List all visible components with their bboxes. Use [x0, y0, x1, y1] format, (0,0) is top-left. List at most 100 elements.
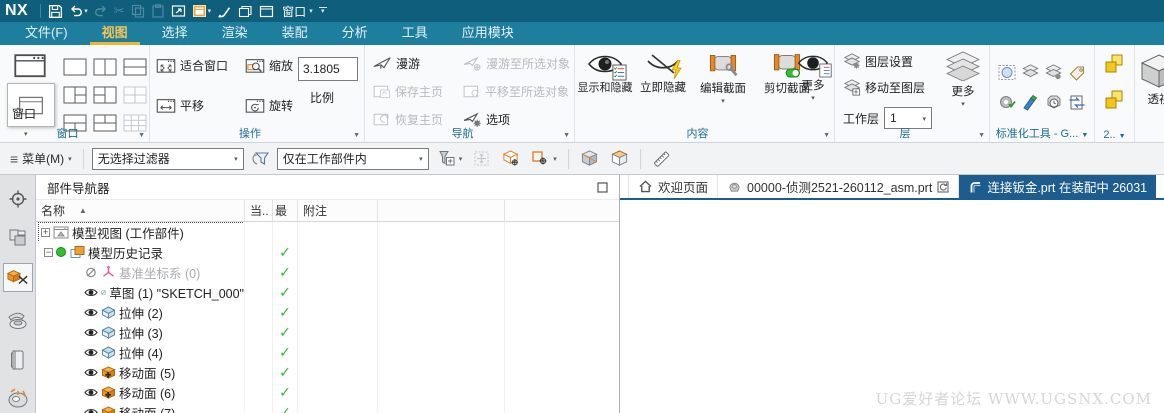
- window-gallery-button[interactable]: [6, 51, 54, 79]
- perspective-button[interactable]: 透视: [1137, 53, 1164, 107]
- edit-section-dropdown[interactable]: ▾: [721, 97, 725, 105]
- visibility-on-toggle[interactable]: [84, 347, 98, 358]
- gc-extra-label-caret[interactable]: ▼: [1119, 133, 1126, 140]
- zoom-button[interactable]: 缩放: [245, 57, 293, 74]
- cut-button[interactable]: ✂: [111, 1, 128, 21]
- point-dialog-button[interactable]: ▾: [528, 147, 560, 171]
- window-layout-quad-disabled[interactable]: [120, 82, 150, 107]
- resource-assembly-navigator-tab[interactable]: [3, 185, 33, 214]
- column-header-latest[interactable]: 最: [273, 200, 298, 221]
- tree-row-extrude-3[interactable]: 拉伸 (3) ✓: [36, 322, 619, 342]
- tree-row-extrude-2[interactable]: 拉伸 (2) ✓: [36, 302, 619, 322]
- tree-row-model-history[interactable]: − 模型历史记录 ✓: [36, 242, 619, 262]
- layer-group-dialog-launcher[interactable]: ▼: [978, 132, 985, 139]
- resource-constraint-navigator-tab[interactable]: [2, 262, 33, 293]
- tab-render[interactable]: 渲染: [205, 22, 265, 45]
- visibility-off-toggle[interactable]: [84, 267, 98, 278]
- undock-panel-button[interactable]: [597, 181, 608, 193]
- gc-cubes-button-2[interactable]: [1103, 89, 1125, 111]
- window-group-dialog-launcher[interactable]: ▼: [138, 132, 145, 139]
- move-object-disabled-button[interactable]: [470, 147, 493, 171]
- save-home-button[interactable]: 保存主页: [373, 83, 443, 100]
- std-tool-check-button[interactable]: [996, 87, 1019, 117]
- visibility-on-toggle[interactable]: [84, 327, 98, 338]
- edit-section-button[interactable]: 编辑截面 ▾: [691, 51, 755, 105]
- show-hide-button[interactable]: 显示和隐藏: [577, 51, 633, 95]
- zoom-scale-input[interactable]: [298, 57, 358, 81]
- hide-now-button[interactable]: 立即隐藏: [637, 51, 689, 95]
- tab-analysis[interactable]: 分析: [325, 22, 385, 45]
- window-layout-single[interactable]: [60, 54, 90, 79]
- visibility-on-toggle[interactable]: [84, 287, 98, 298]
- tree-row-model-views[interactable]: + 模型视图 (工作部件): [36, 222, 619, 242]
- std-tools-label-caret[interactable]: ▼: [1081, 132, 1088, 139]
- layer-settings-button[interactable]: 图层设置: [843, 53, 913, 70]
- tab-application[interactable]: 应用模块: [445, 22, 531, 45]
- std-tool-convert-button[interactable]: [1065, 87, 1088, 117]
- graphics-canvas[interactable]: UG爱好者论坛 WWW.UGSNX.COM: [620, 200, 1164, 413]
- save-button[interactable]: [45, 1, 66, 21]
- tab-sheet-metal-document[interactable]: 连接钣金.prt 在装配中 26031: [959, 175, 1157, 198]
- content-group-dialog-launcher[interactable]: ▼: [823, 132, 830, 139]
- layer-more-dropdown[interactable]: ▾: [961, 100, 965, 108]
- std-tool-paint-button[interactable]: [1019, 87, 1042, 117]
- resource-part-navigator-tab[interactable]: [3, 224, 33, 253]
- tab-view[interactable]: 视图: [85, 22, 145, 45]
- window-layout-left-two-right[interactable]: [60, 82, 90, 107]
- copy-button[interactable]: [128, 1, 148, 21]
- column-header-comment[interactable]: 附注: [298, 200, 378, 221]
- navigation-group-dialog-launcher[interactable]: ▼: [563, 132, 570, 139]
- dialog-style-dropdown[interactable]: ▾: [208, 8, 212, 15]
- visibility-on-toggle[interactable]: [84, 307, 98, 318]
- walk-to-selected-button[interactable]: 漫游至所选对象: [463, 55, 570, 72]
- visibility-on-toggle[interactable]: [84, 387, 98, 398]
- tree-row-sketch[interactable]: 草图 (1) "SKETCH_000" ✓: [36, 282, 619, 302]
- std-tool-layer-settings-button[interactable]: [1042, 57, 1065, 87]
- face-edges-button[interactable]: [607, 147, 632, 171]
- tree-row-move-face-6[interactable]: 移动面 (6) ✓: [36, 382, 619, 402]
- selection-scope-combo[interactable]: 仅在工作部件内 ▾: [276, 147, 429, 170]
- tab-assembly[interactable]: 装配: [265, 22, 325, 45]
- tab-tools[interactable]: 工具: [385, 22, 445, 45]
- window-button[interactable]: [256, 1, 277, 21]
- reload-window-icon[interactable]: [937, 180, 949, 193]
- resource-web-browser-tab[interactable]: [3, 384, 33, 413]
- std-tool-display-button[interactable]: [996, 57, 1019, 87]
- dialog-style-button[interactable]: ▾: [189, 1, 215, 21]
- tab-welcome-page[interactable]: 欢迎页面: [628, 175, 719, 198]
- visibility-on-toggle[interactable]: [84, 367, 98, 378]
- std-tool-timer-button[interactable]: [1042, 87, 1065, 117]
- move-to-layer-button[interactable]: 移动至图层: [843, 79, 925, 96]
- rotate-button[interactable]: 旋转: [245, 97, 293, 114]
- expand-icon[interactable]: +: [41, 227, 50, 237]
- reset-filter-button[interactable]: [249, 147, 272, 171]
- std-tool-layers-button[interactable]: [1019, 57, 1042, 87]
- shaded-view-button[interactable]: [577, 147, 602, 171]
- window-gallery-popup[interactable]: 窗口: [7, 83, 55, 127]
- measure-button[interactable]: [649, 147, 674, 171]
- gc-cubes-button-1[interactable]: [1103, 53, 1125, 75]
- wcs-dynamics-button[interactable]: [498, 147, 523, 171]
- resource-reuse-library-tab[interactable]: [3, 306, 33, 335]
- tree-row-move-face-5[interactable]: 移动面 (5) ✓: [36, 362, 619, 382]
- redo-button[interactable]: [91, 1, 111, 21]
- window-layout-two-horizontal[interactable]: [120, 54, 150, 79]
- layer-more-button[interactable]: 更多 ▾: [941, 51, 985, 108]
- window-layout-two-vertical[interactable]: [90, 54, 120, 79]
- resource-hd3d-tools-tab[interactable]: [3, 345, 33, 374]
- paste-button[interactable]: [148, 1, 168, 21]
- brush-button[interactable]: [214, 1, 235, 21]
- visibility-on-toggle[interactable]: [84, 407, 98, 413]
- customize-quick-access-button[interactable]: ▾: [316, 1, 330, 21]
- tab-assembly-document[interactable]: 00000-侦测2521-260112_asm.prt: [718, 175, 960, 198]
- column-header-name[interactable]: 名称 ▲: [36, 200, 245, 221]
- column-header-current[interactable]: 当..: [245, 200, 273, 221]
- menu-button[interactable]: ≡ 菜单(M) ▾: [7, 147, 75, 171]
- window-layout-two-left-right[interactable]: [90, 82, 120, 107]
- content-more-button[interactable]: 更多 ▾: [791, 51, 835, 102]
- window-export-button[interactable]: [168, 1, 189, 21]
- pan-to-selected-button[interactable]: 平移至所选对象: [463, 83, 569, 100]
- fit-window-button[interactable]: 适合窗口: [156, 57, 228, 74]
- tree-row-extrude-4[interactable]: 拉伸 (4) ✓: [36, 342, 619, 362]
- undo-button[interactable]: ▾: [66, 1, 91, 21]
